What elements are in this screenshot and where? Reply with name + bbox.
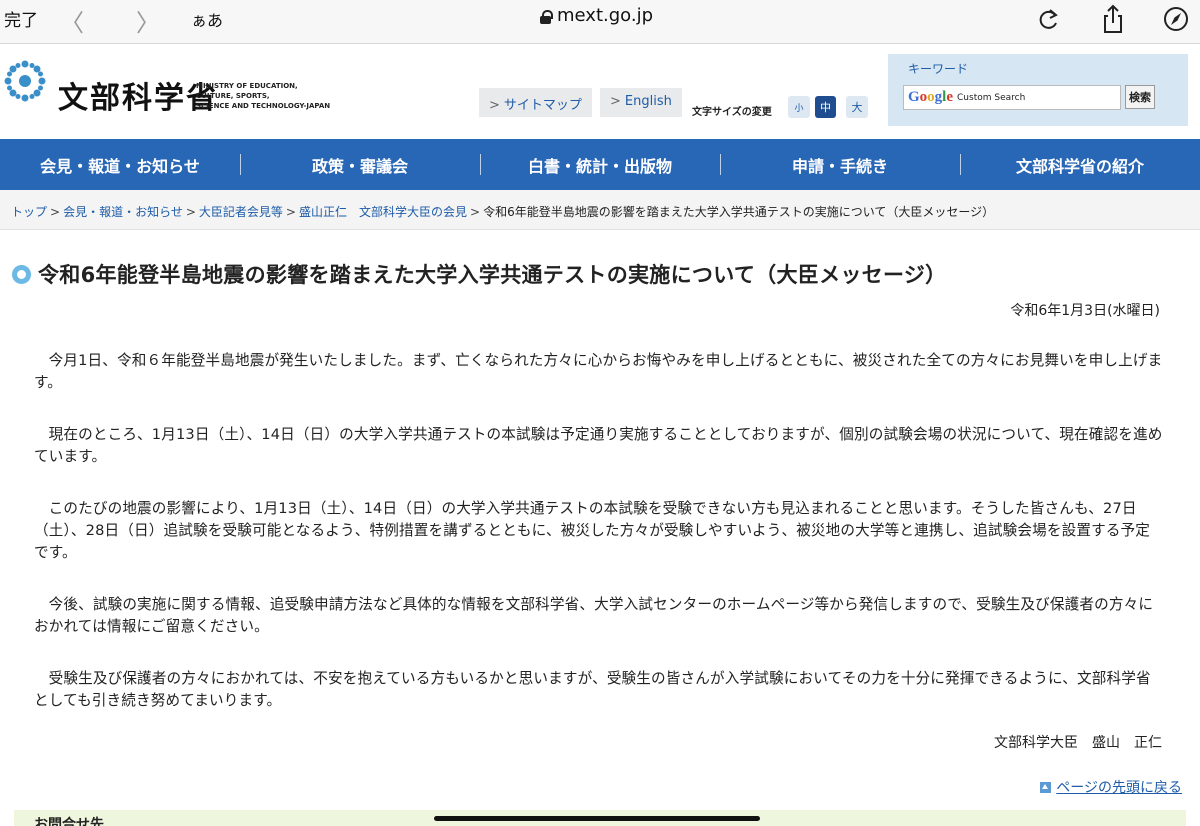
chevron-right-icon: 〉 bbox=[136, 9, 160, 37]
article-paragraph: 今月1日、令和６年能登半島地震が発生いたしました。まず、亡くなられた方々に心から… bbox=[34, 352, 1163, 391]
breadcrumb-separator: > bbox=[470, 205, 481, 219]
nav-item-about[interactable]: 文部科学省の紹介 bbox=[960, 139, 1200, 190]
english-label: English bbox=[624, 94, 672, 109]
keyword-label: キーワード bbox=[908, 62, 969, 76]
done-button[interactable]: 完了 bbox=[4, 6, 38, 31]
share-icon[interactable] bbox=[1099, 4, 1127, 34]
contact-heading: お問合せ先 bbox=[34, 817, 104, 826]
back-to-top-label: ページの先頭に戻る bbox=[1056, 780, 1182, 796]
logo-text[interactable]: 文部科学省 bbox=[58, 73, 218, 117]
font-size-label: 文字サイズの変更 bbox=[692, 107, 772, 118]
logo-english-line: SCIENCE AND TECHNOLOGY-JAPAN bbox=[196, 102, 331, 110]
compass-icon[interactable] bbox=[1162, 4, 1190, 34]
reader-settings-button[interactable]: ぁあ bbox=[191, 7, 223, 31]
lock-icon bbox=[540, 10, 553, 24]
arrow-up-icon bbox=[1040, 781, 1052, 793]
article-body: 今月1日、令和６年能登半島地震が発生いたしました。まず、亡くなられた方々に心から… bbox=[34, 350, 1164, 742]
chevron-right-icon: > bbox=[610, 94, 621, 109]
home-indicator[interactable] bbox=[434, 816, 760, 821]
global-nav: 会見・報道・お知らせ 政策・審議会 白書・統計・出版物 申請・手続き 文部科学省… bbox=[0, 139, 1200, 190]
breadcrumb-minister-moriyama[interactable]: 盛山正仁 文部科学大臣の会見 bbox=[299, 205, 467, 219]
search-input[interactable]: Google Custom Search bbox=[903, 85, 1121, 110]
english-button[interactable]: > English bbox=[600, 88, 682, 117]
mext-logo-icon[interactable] bbox=[4, 60, 46, 102]
breadcrumb-press[interactable]: 会見・報道・お知らせ bbox=[63, 205, 183, 219]
article-paragraph: このたびの地震の影響により、1月13日（土）、14日（日）の大学入学共通テストの… bbox=[34, 500, 1151, 561]
chevron-left-icon: 〈 bbox=[60, 9, 84, 37]
search-panel: キーワード Google Custom Search 検索 bbox=[888, 54, 1188, 126]
logo-english: MINISTRY OF EDUCATION, CULTURE, SPORTS, … bbox=[196, 81, 330, 111]
breadcrumb-top[interactable]: トップ bbox=[11, 205, 47, 219]
url-text: mext.go.jp bbox=[557, 5, 653, 26]
google-logo: Google bbox=[908, 89, 954, 105]
article-paragraph: 受験生及び保護者の方々におかれては、不安を抱えている方もいるかと思いますが、受験… bbox=[34, 670, 1151, 709]
forward-button[interactable]: 〉 bbox=[136, 3, 160, 38]
nav-item-policy[interactable]: 政策・審議会 bbox=[240, 139, 480, 190]
page-title: 令和6年能登半島地震の影響を踏まえた大学入学共通テストの実施について（大臣メッセ… bbox=[38, 263, 947, 287]
custom-search-text: Custom Search bbox=[957, 92, 1026, 103]
address-bar[interactable]: mext.go.jp bbox=[540, 5, 653, 26]
breadcrumb-separator: > bbox=[285, 205, 296, 219]
nav-item-applications[interactable]: 申請・手続き bbox=[720, 139, 960, 190]
article-paragraph: 今後、試験の実施に関する情報、追受験申請方法など具体的な情報を文部科学省、大学入… bbox=[34, 596, 1154, 635]
font-size-medium-button[interactable]: 中 bbox=[815, 96, 836, 118]
page-title-block: 令和6年能登半島地震の影響を踏まえた大学入学共通テストの実施について（大臣メッセ… bbox=[12, 259, 946, 289]
search-button[interactable]: 検索 bbox=[1125, 85, 1155, 109]
browser-toolbar: 完了 〈 〉 ぁあ mext.go.jp bbox=[0, 0, 1200, 44]
nav-item-press[interactable]: 会見・報道・お知らせ bbox=[0, 139, 240, 190]
font-size-large-button[interactable]: 大 bbox=[846, 96, 868, 118]
logo-english-line: CULTURE, SPORTS, bbox=[196, 92, 270, 100]
back-to-top-link[interactable]: ページの先頭に戻る bbox=[1040, 777, 1182, 797]
sitemap-button[interactable]: > サイトマップ bbox=[479, 88, 592, 117]
logo-english-line: MINISTRY OF EDUCATION, bbox=[196, 82, 298, 90]
breadcrumb-minister-conferences[interactable]: 大臣記者会見等 bbox=[199, 205, 283, 219]
title-bullet-icon bbox=[12, 264, 31, 284]
breadcrumb-separator: > bbox=[185, 205, 196, 219]
breadcrumb-current: 令和6年能登半島地震の影響を踏まえた大学入学共通テストの実施について（大臣メッセ… bbox=[483, 205, 995, 219]
back-button[interactable]: 〈 bbox=[60, 3, 84, 38]
font-size-small-button[interactable]: 小 bbox=[788, 96, 810, 118]
publish-date: 令和6年1月3日(水曜日) bbox=[1010, 303, 1160, 319]
nav-item-publications[interactable]: 白書・統計・出版物 bbox=[480, 139, 720, 190]
chevron-right-icon: > bbox=[489, 98, 500, 113]
breadcrumb-separator: > bbox=[50, 205, 61, 219]
reload-icon[interactable] bbox=[1035, 4, 1063, 34]
breadcrumb: トップ > 会見・報道・お知らせ > 大臣記者会見等 > 盛山正仁 文部科学大臣の会見 > 令和… bbox=[0, 190, 1200, 230]
site-header: 文部科学省 MINISTRY OF EDUCATION, CULTURE, SP… bbox=[0, 45, 1200, 139]
minister-signature: 文部科学大臣 盛山 正仁 bbox=[994, 735, 1162, 751]
article-paragraph: 現在のところ、1月13日（土）、14日（日）の大学入学共通テストの本試験は予定通… bbox=[34, 426, 1163, 465]
sitemap-label: サイトマップ bbox=[503, 98, 582, 113]
